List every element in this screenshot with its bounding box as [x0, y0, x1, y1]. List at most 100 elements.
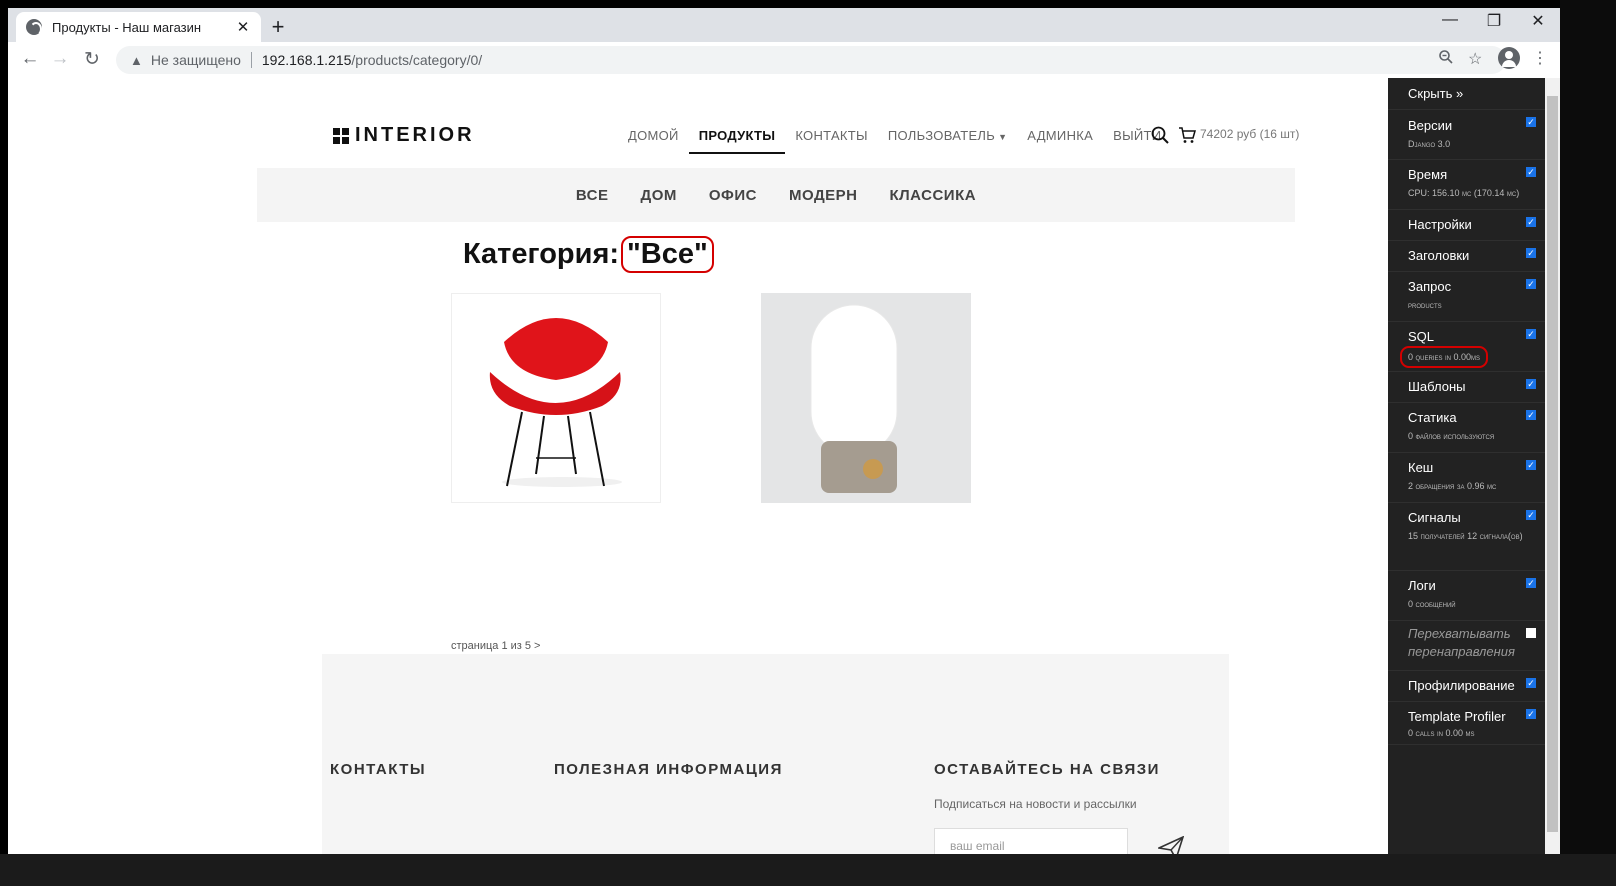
- cart-icon[interactable]: [1178, 126, 1196, 144]
- page-title: Категория: "Все": [463, 236, 714, 273]
- page-title-value: "Все": [621, 236, 714, 273]
- screen: Продукты - Наш магазин ✕ + — ❐ ✕ ← → ↻ ▲…: [0, 0, 1616, 886]
- minimize-button[interactable]: —: [1430, 11, 1470, 29]
- star-icon[interactable]: ☆: [1468, 49, 1482, 69]
- panel-checkbox[interactable]: ✓: [1526, 167, 1536, 177]
- footer: КОНТАКТЫ ПОЛЕЗНАЯ ИНФОРМАЦИЯ ОСТАВАЙТЕСЬ…: [322, 654, 1229, 854]
- site-logo[interactable]: INTERIOR: [333, 124, 475, 147]
- panel-checkbox[interactable]: ✓: [1526, 578, 1536, 588]
- category-home[interactable]: ДОМ: [641, 187, 677, 204]
- footer-subscribe-text: Подписаться на новости и рассылки: [934, 797, 1137, 811]
- category-classic[interactable]: КЛАССИКА: [889, 187, 976, 204]
- panel-title: Кеш: [1408, 460, 1434, 475]
- url-host: 192.168.1.215: [261, 52, 352, 68]
- nav-admin[interactable]: АДМИНКА: [1017, 128, 1103, 154]
- product-card-chair[interactable]: [451, 293, 661, 503]
- panel-templates[interactable]: Шаблоны ✓: [1388, 371, 1545, 402]
- footer-info-heading: ПОЛЕЗНАЯ ИНФОРМАЦИЯ: [554, 761, 783, 778]
- panel-request[interactable]: Запрос products ✓: [1388, 271, 1545, 321]
- panel-title: Заголовки: [1408, 248, 1470, 263]
- search-icon[interactable]: [1151, 126, 1169, 144]
- panel-profiling[interactable]: Профилирование ✓: [1388, 670, 1545, 701]
- page-scrollbar[interactable]: [1545, 78, 1560, 854]
- menu-dots-icon[interactable]: ⋮: [1530, 48, 1550, 68]
- panel-time[interactable]: Время CPU: 156.10 мс (170.14 мс) ✓: [1388, 159, 1545, 209]
- url-path: /products/category/0/: [351, 52, 483, 68]
- browser-tab[interactable]: Продукты - Наш магазин ✕: [16, 12, 261, 42]
- panel-sql[interactable]: SQL 0 queries in 0.00ms ✓: [1388, 321, 1545, 371]
- panel-settings[interactable]: Настройки ✓: [1388, 209, 1545, 240]
- new-tab-button[interactable]: +: [266, 14, 290, 40]
- hide-toolbar-link[interactable]: Скрыть »: [1408, 86, 1463, 101]
- panel-checkbox[interactable]: ✓: [1526, 709, 1536, 719]
- panel-logs[interactable]: Логи 0 сообщений ✓: [1388, 570, 1545, 620]
- send-icon[interactable]: [1156, 835, 1185, 854]
- sql-highlight: 0 queries in 0.00ms: [1400, 346, 1489, 368]
- panel-title: Шаблоны: [1408, 379, 1466, 394]
- panel-checkbox[interactable]: [1526, 628, 1536, 638]
- panel-headers[interactable]: Заголовки ✓: [1388, 240, 1545, 271]
- back-arrow-icon[interactable]: ←: [18, 48, 42, 70]
- panel-checkbox[interactable]: ✓: [1526, 217, 1536, 227]
- panel-sub: CPU: 156.10 мс (170.14 мс): [1408, 188, 1520, 198]
- panel-redirects[interactable]: Перехватывать перенаправления: [1388, 620, 1545, 670]
- scrollbar-thumb[interactable]: [1547, 96, 1558, 832]
- close-window-button[interactable]: ✕: [1518, 11, 1558, 31]
- nav-user[interactable]: ПОЛЬЗОВАТЕЛЬ ▼: [878, 128, 1017, 154]
- restore-button[interactable]: ❐: [1474, 11, 1514, 31]
- taskbar: [0, 854, 1616, 886]
- browser-chrome: Продукты - Наш магазин ✕ + — ❐ ✕ ← → ↻ ▲…: [8, 8, 1608, 78]
- category-modern[interactable]: МОДЕРН: [789, 187, 858, 204]
- panel-checkbox[interactable]: ✓: [1526, 410, 1536, 420]
- tab-close-icon[interactable]: ✕: [235, 18, 251, 36]
- panel-sub: Django 3.0: [1408, 139, 1451, 149]
- nav-user-label: ПОЛЬЗОВАТЕЛЬ: [887, 128, 996, 143]
- nav-home[interactable]: ДОМОЙ: [618, 128, 689, 154]
- logo-grid-icon: [333, 127, 349, 144]
- tab-strip: Продукты - Наш магазин ✕ + — ❐ ✕: [8, 8, 1608, 42]
- red-chair-image: [489, 318, 622, 487]
- nav-contacts[interactable]: КОНТАКТЫ: [785, 128, 878, 154]
- profile-avatar-icon[interactable]: [1498, 47, 1520, 69]
- panel-checkbox[interactable]: ✓: [1526, 329, 1536, 339]
- page-title-label: Категория:: [463, 238, 620, 270]
- warning-icon[interactable]: ▲: [130, 53, 143, 68]
- panel-checkbox[interactable]: ✓: [1526, 510, 1536, 520]
- category-all[interactable]: ВСЕ: [576, 187, 609, 204]
- panel-checkbox[interactable]: ✓: [1526, 460, 1536, 470]
- panel-checkbox[interactable]: ✓: [1526, 117, 1536, 127]
- address-bar[interactable]: ▲ Не защищено 192.168.1.215 /products/ca…: [116, 46, 1506, 74]
- panel-title: Перехватывать перенаправления: [1408, 626, 1515, 659]
- panel-title: SQL: [1408, 329, 1435, 344]
- nav-products[interactable]: ПРОДУКТЫ: [688, 128, 786, 154]
- panel-checkbox[interactable]: ✓: [1526, 678, 1536, 688]
- category-bar: ВСЕ ДОМ ОФИС МОДЕРН КЛАССИКА: [257, 168, 1295, 222]
- panel-checkbox[interactable]: ✓: [1526, 279, 1536, 289]
- panel-signals[interactable]: Сигналы 15 получателей 12 сигнала(ов) ✓: [1388, 502, 1545, 570]
- debug-toolbar: Скрыть » Версии Django 3.0 ✓ Время CPU: …: [1388, 78, 1545, 854]
- footer-contacts-heading: КОНТАКТЫ: [330, 761, 427, 778]
- panel-checkbox[interactable]: ✓: [1526, 379, 1536, 389]
- panel-versions[interactable]: Версии Django 3.0 ✓: [1388, 109, 1545, 159]
- panel-sub: products: [1408, 300, 1442, 310]
- panel-cache[interactable]: Кеш 2 обращения за 0.96 мс ✓: [1388, 452, 1545, 502]
- desktop-edge: [1560, 0, 1616, 886]
- footer-stay-heading: ОСТАВАЙТЕСЬ НА СВЯЗИ: [934, 761, 1160, 778]
- email-input[interactable]: ваш email: [934, 828, 1128, 854]
- panel-title: Версии: [1408, 118, 1453, 133]
- panel-template-profiler[interactable]: Template Profiler 0 calls in 0.00 ms ✓: [1388, 701, 1545, 745]
- product-card-lamp[interactable]: [761, 293, 971, 503]
- reload-icon[interactable]: ↻: [80, 48, 104, 71]
- panel-title: Настройки: [1408, 217, 1472, 232]
- security-label[interactable]: Не защищено: [151, 52, 252, 68]
- panel-checkbox[interactable]: ✓: [1526, 248, 1536, 258]
- category-office[interactable]: ОФИС: [709, 187, 757, 204]
- panel-static[interactable]: Статика 0 файлов используются ✓: [1388, 402, 1545, 452]
- forward-arrow-icon[interactable]: →: [48, 48, 72, 70]
- zoom-icon[interactable]: [1438, 49, 1454, 70]
- panel-title: Template Profiler: [1408, 709, 1506, 724]
- cart-summary[interactable]: 74202 руб (16 шт): [1200, 127, 1299, 141]
- pagination[interactable]: страница 1 из 5 >: [451, 640, 540, 652]
- panel-title: Сигналы: [1408, 510, 1461, 525]
- panel-sub: 2 обращения за 0.96 мс: [1408, 481, 1497, 491]
